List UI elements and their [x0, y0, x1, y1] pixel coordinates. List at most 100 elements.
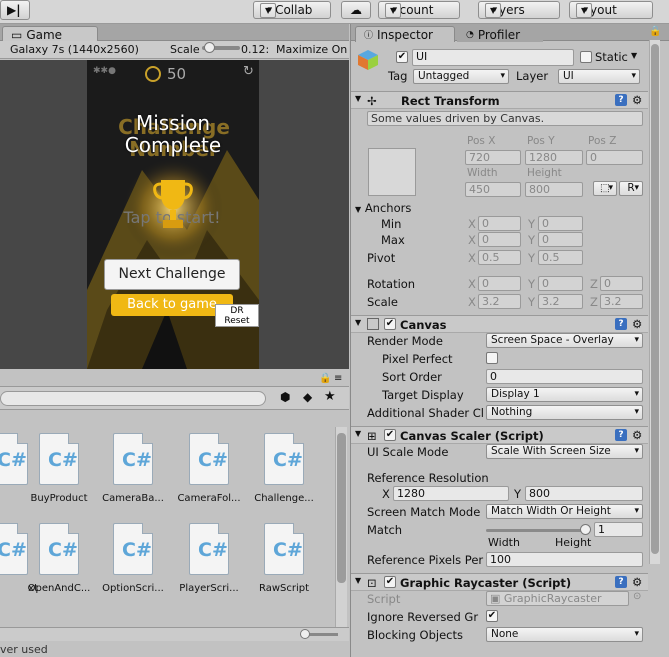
account-dropdown[interactable]: Account ▼	[378, 1, 460, 19]
file-item[interactable]: C# RawScript	[246, 523, 322, 613]
mission-line1: Mission	[135, 111, 211, 135]
dr-reset-button[interactable]: DR Reset	[215, 304, 259, 327]
cloud-icon: ☁	[350, 3, 362, 17]
rect-transform-header[interactable]: ▼ ✢ Rect Transform ? ⚙	[351, 91, 648, 109]
static-checkbox[interactable]	[580, 51, 592, 63]
lock-icon[interactable]: 🔒	[649, 26, 661, 37]
help-icon[interactable]: ?	[615, 429, 627, 441]
trophy-icon	[153, 180, 193, 228]
tag-dropdown[interactable]: Untagged	[413, 69, 509, 84]
sort-order-field[interactable]: 0	[486, 369, 643, 384]
collab-button[interactable]: ✔ Collab ▼	[253, 1, 331, 19]
project-scrollbar[interactable]	[335, 427, 347, 627]
chevron-down-icon: ▼	[385, 2, 402, 18]
scale-slider-thumb[interactable]	[204, 42, 215, 53]
favorite-star-icon[interactable]: ★	[324, 389, 336, 404]
tab-game[interactable]: ▭ Game	[2, 26, 98, 42]
pixel-perfect-checkbox[interactable]	[486, 352, 498, 364]
match-slider-thumb[interactable]	[580, 524, 591, 535]
blocking-objects-dropdown[interactable]: None	[486, 627, 643, 642]
layers-dropdown[interactable]: Layers ▼	[478, 1, 560, 19]
active-checkbox[interactable]: ✔	[396, 51, 408, 63]
maximize-toggle[interactable]: Maximize On	[276, 43, 347, 56]
reference-ppu-field[interactable]: 100	[486, 552, 643, 567]
target-display-dropdown[interactable]: Display 1	[486, 387, 643, 402]
tab-profiler[interactable]: ◔ Profiler	[457, 26, 543, 42]
info-icon: ⓘ	[364, 31, 374, 41]
ignore-reversed-checkbox[interactable]: ✔	[486, 610, 498, 622]
file-item[interactable]: C# CameraBa...	[95, 433, 171, 523]
cloud-button[interactable]: ☁	[341, 1, 371, 19]
icon-size-thumb[interactable]	[300, 629, 310, 639]
anchors-foldout[interactable]: ▼ Anchors	[355, 201, 411, 215]
blueprint-mode-button[interactable]: ⬚	[593, 181, 617, 196]
project-bottom-bar	[0, 627, 349, 641]
menu-icon[interactable]: ≡	[334, 373, 342, 384]
project-search-input[interactable]	[0, 391, 266, 406]
raycaster-enabled-checkbox[interactable]: ✔	[384, 576, 396, 588]
target-display-label: Target Display	[382, 388, 464, 402]
rect-transform-title: Rect Transform	[401, 94, 500, 108]
help-icon[interactable]: ?	[615, 94, 627, 106]
help-icon[interactable]: ?	[615, 318, 627, 330]
step-button[interactable]: ▶|	[0, 0, 30, 20]
top-toolbar: ▶| ✔ Collab ▼ ☁ Account ▼ Layers ▼ Layou…	[0, 0, 669, 24]
match-label: Match	[367, 523, 403, 537]
graphic-raycaster-header[interactable]: ▼ ⊡ ✔ Graphic Raycaster (Script) ? ⚙	[351, 573, 648, 591]
layout-dropdown[interactable]: Layout ▼	[569, 1, 653, 19]
file-item[interactable]: C# OptionScri...	[95, 523, 171, 613]
raw-edit-button[interactable]: R	[619, 181, 643, 196]
ui-scale-mode-dropdown[interactable]: Scale With Screen Size	[486, 444, 643, 459]
shader-channels-dropdown[interactable]: Nothing	[486, 405, 643, 420]
canvas-enabled-checkbox[interactable]: ✔	[384, 318, 396, 330]
ref-res-x-field[interactable]: 1280	[393, 486, 509, 501]
file-item[interactable]: C# OpenAndC...	[21, 523, 97, 613]
layer-dropdown[interactable]: UI	[558, 69, 640, 84]
foldout-icon: ▼	[355, 576, 362, 585]
canvas-header[interactable]: ▼ ✔ Canvas ? ⚙	[351, 315, 648, 333]
file-item[interactable]: C# CameraFol...	[171, 433, 247, 523]
script-icon: ▣	[490, 592, 504, 605]
refresh-icon[interactable]: ↻	[243, 64, 254, 79]
inspector-scroll-thumb[interactable]	[651, 44, 659, 554]
screen-match-mode-label: Screen Match Mode	[367, 505, 481, 519]
settings-gear-icon[interactable]: ⚙	[632, 575, 642, 589]
posz-label: Pos Z	[588, 135, 617, 147]
settings-gear-icon[interactable]: ⚙	[632, 317, 642, 331]
resolution-dropdown[interactable]: Galaxy 7s (1440x2560)	[10, 43, 139, 56]
csharp-file-icon: C#	[113, 433, 153, 485]
lock-icon[interactable]: 🔒	[319, 373, 331, 384]
chevron-down-icon[interactable]: ▼	[631, 51, 637, 60]
anchor-preset-box[interactable]	[368, 148, 416, 196]
scaler-enabled-checkbox[interactable]: ✔	[384, 429, 396, 441]
file-item[interactable]: C# Challenge...	[246, 433, 322, 523]
chevron-down-icon: ▼	[485, 2, 502, 18]
match-slider[interactable]	[486, 529, 589, 532]
ref-res-y-field[interactable]: 800	[525, 486, 643, 501]
inspector-scrollbar[interactable]	[649, 40, 660, 564]
coin-icon	[145, 66, 161, 82]
canvas-scaler-header[interactable]: ▼ ⊞ ✔ Canvas Scaler (Script) ? ⚙	[351, 426, 648, 444]
filter-type-icon[interactable]: ⬢	[280, 390, 290, 404]
file-item[interactable]: C# BuyProduct	[21, 433, 97, 523]
width-label: Width	[467, 167, 498, 179]
match-value-field[interactable]: 1	[594, 522, 643, 537]
project-toolbar: ⬢ ◆ ★	[0, 386, 349, 410]
settings-gear-icon[interactable]: ⚙	[632, 93, 642, 107]
next-challenge-button[interactable]: Next Challenge	[104, 259, 240, 290]
screen-match-mode-dropdown[interactable]: Match Width Or Height	[486, 504, 643, 519]
game-view: ✱✱● 50 ↻ Challenge Number Mission Comple…	[0, 60, 349, 369]
help-icon[interactable]: ?	[615, 576, 627, 588]
settings-gear-icon[interactable]: ⚙	[632, 428, 642, 442]
render-mode-dropdown[interactable]: Screen Space - Overlay	[486, 333, 643, 348]
tab-inspector[interactable]: ⓘ Inspector	[355, 26, 455, 42]
step-icon: ▶|	[7, 3, 21, 17]
object-name-input[interactable]: UI	[412, 49, 574, 66]
canvas-title: Canvas	[400, 318, 447, 332]
label-icon[interactable]: ◆	[303, 390, 312, 404]
reference-resolution-label: Reference Resolution	[367, 471, 489, 485]
file-item[interactable]: C# PlayerScri...	[171, 523, 247, 613]
graphic-raycaster-title: Graphic Raycaster (Script)	[400, 576, 572, 590]
scale-label: Scale	[367, 295, 398, 309]
scrollbar-thumb[interactable]	[337, 433, 346, 583]
